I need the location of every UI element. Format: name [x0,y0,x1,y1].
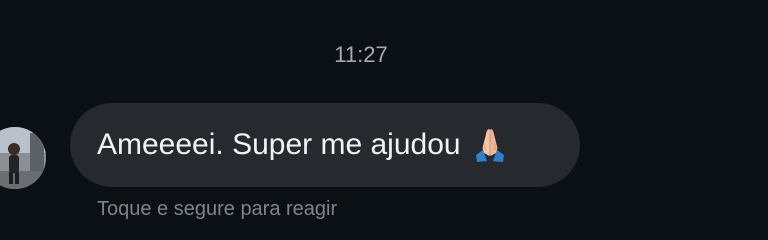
avatar[interactable] [0,127,46,189]
message-text: Ameeeei. Super me ajudou [97,128,461,161]
message-timestamp: 11:27 [334,42,388,67]
folded-hands-icon [471,126,509,164]
reaction-hint: Toque e segure para reagir [97,198,338,220]
avatar-photo-icon [0,127,46,189]
incoming-message-row: Ameeeei. Super me ajudou [0,103,768,189]
message-bubble[interactable]: Ameeeei. Super me ajudou [70,103,580,187]
